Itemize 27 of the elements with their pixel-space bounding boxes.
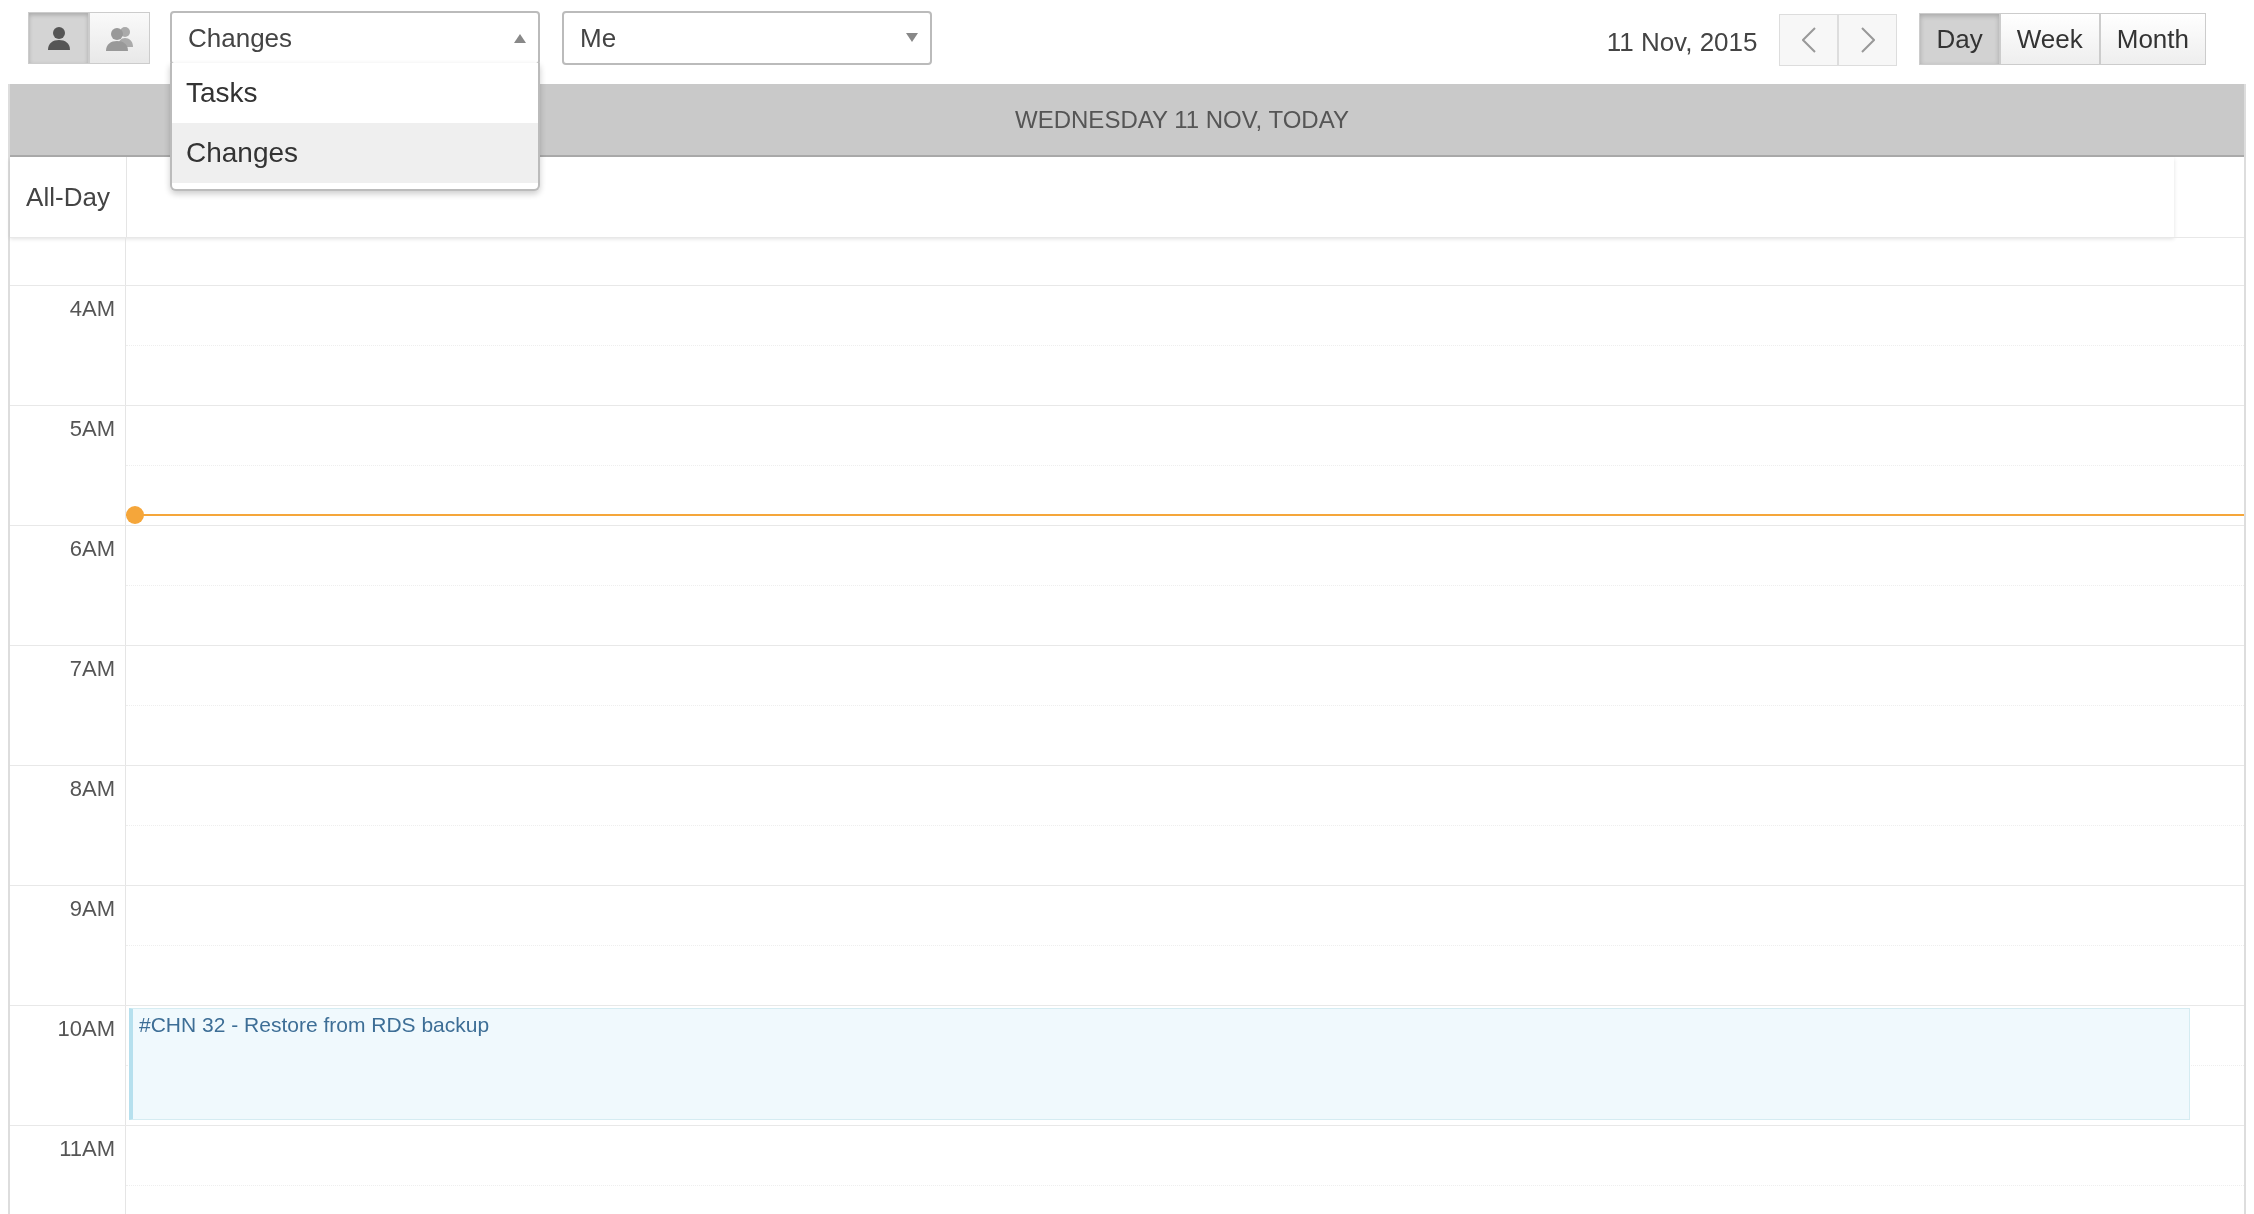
- view-toggle-button[interactable]: [28, 12, 89, 64]
- all-day-label: All-Day: [26, 181, 110, 213]
- next-button[interactable]: [1838, 14, 1898, 66]
- view-toggle-button[interactable]: [89, 12, 150, 64]
- type-select[interactable]: Changes: [170, 11, 540, 65]
- hour-label: 10AM: [57, 1016, 115, 1043]
- chevron-right-icon: [1861, 27, 1875, 53]
- hour-label: 6AM: [69, 536, 115, 563]
- dropdown-option[interactable]: Changes: [172, 123, 538, 183]
- chevron-left-icon: [1802, 27, 1816, 53]
- current-date: 11 Nov, 2015: [1606, 26, 1758, 58]
- person-icon: [45, 25, 72, 51]
- people-icon: [104, 25, 135, 51]
- calendar-event[interactable]: #CHN 32 - Restore from RDS backup: [129, 1008, 2190, 1120]
- view-tab[interactable]: Day: [1919, 13, 2000, 65]
- previous-button[interactable]: [1779, 14, 1839, 66]
- hour-label: 7AM: [69, 656, 115, 683]
- hour-label: 5AM: [69, 416, 115, 443]
- hour-label: 11AM: [59, 1136, 115, 1163]
- hour-label: 8AM: [69, 776, 115, 803]
- view-tab[interactable]: Month: [2099, 13, 2206, 65]
- caret-icon: [514, 33, 526, 43]
- hour-label: 4AM: [69, 296, 115, 323]
- view-tab[interactable]: Week: [1999, 13, 2100, 65]
- owner-select[interactable]: Me: [562, 11, 932, 65]
- hour-label: 9AM: [69, 896, 115, 923]
- caret-icon: [906, 33, 918, 43]
